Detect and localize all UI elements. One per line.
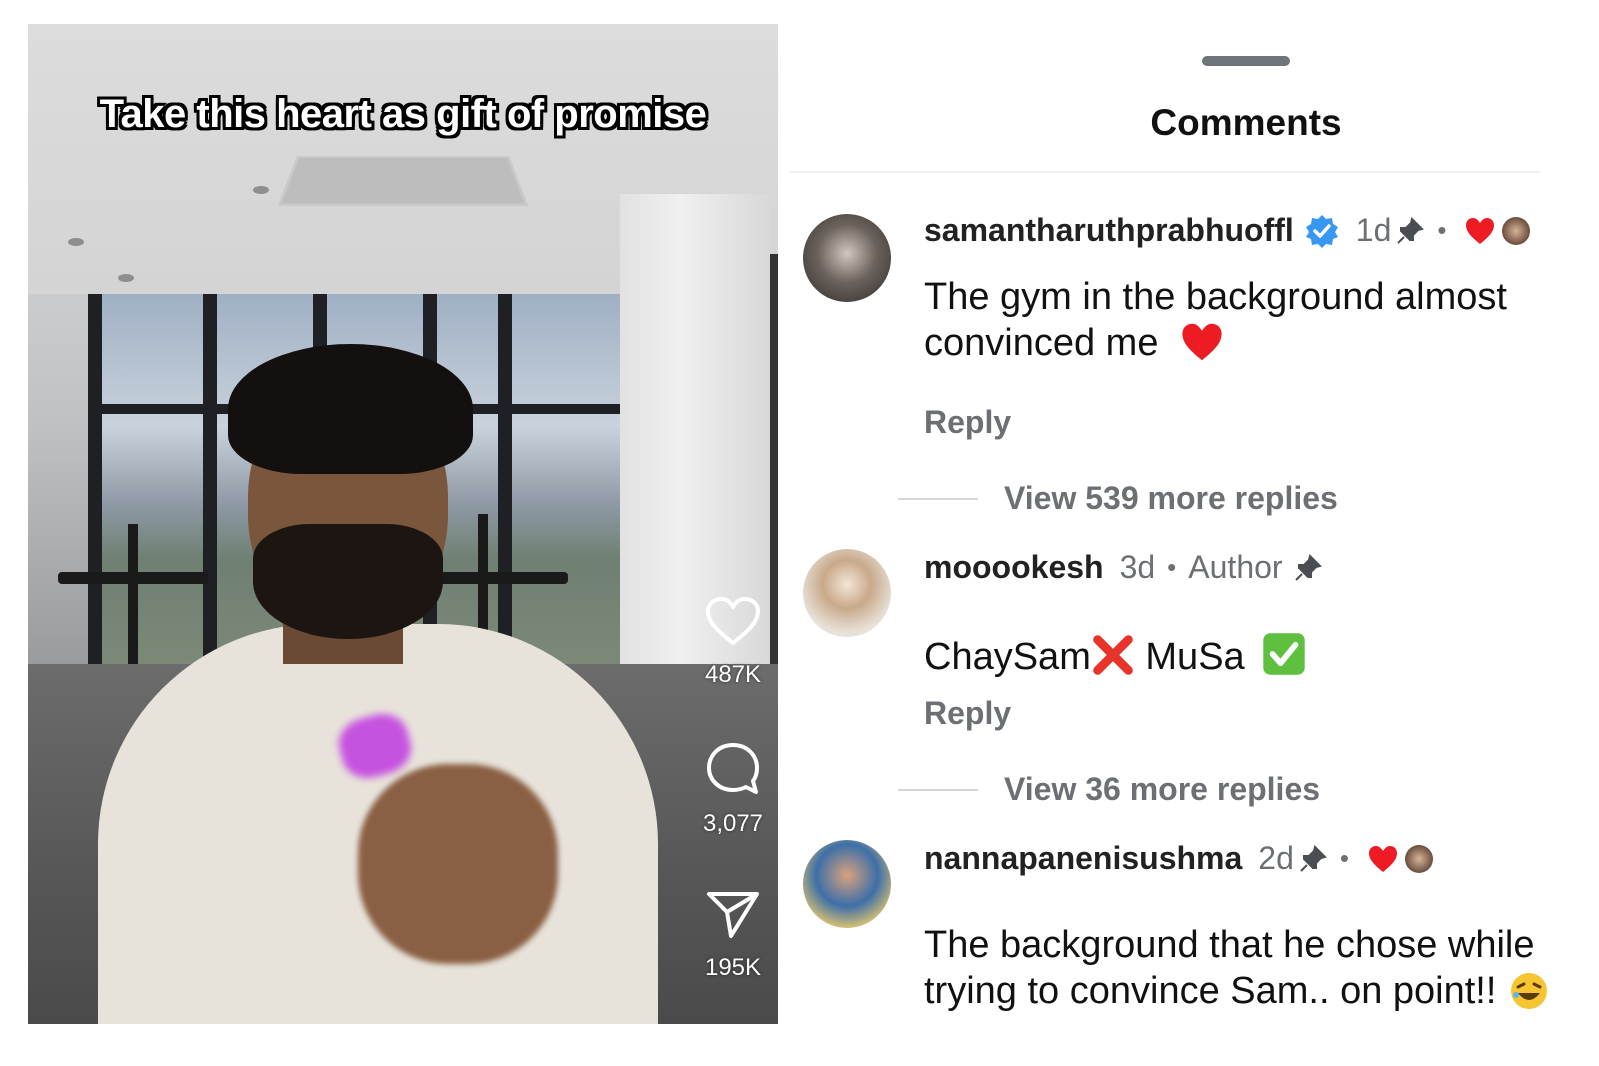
comment-header: samantharuthprabhuoffl 1d • — [924, 212, 1531, 249]
check-mark-emoji-icon — [1263, 633, 1305, 675]
comment-text: The gym in the background almost — [924, 276, 1507, 318]
comment-time: 2d — [1258, 840, 1294, 876]
author-avatar-mini — [1405, 844, 1433, 873]
ceiling-light — [253, 186, 269, 194]
comment-time: 3d — [1119, 549, 1156, 585]
pin-icon — [1294, 553, 1322, 581]
person-hand — [358, 764, 558, 964]
window-frame — [498, 294, 512, 674]
divider-line — [898, 497, 978, 500]
divider — [790, 171, 1540, 173]
separator-dot: • — [1167, 552, 1177, 582]
like-action[interactable]: 487K — [688, 597, 778, 689]
comment-username[interactable]: mooookesh — [924, 549, 1104, 586]
ceiling-light — [68, 238, 84, 246]
comment-count: 3,077 — [702, 810, 764, 837]
treadmill — [428, 572, 568, 584]
comment-header: nannapanenisushma 2d • — [924, 840, 1433, 877]
video-caption: Take this heart as gift of promise — [99, 92, 707, 136]
laughing-emoji-icon — [1510, 973, 1547, 1009]
comment-text: The background that he chose while — [924, 924, 1535, 966]
separator-dot: • — [1437, 215, 1447, 245]
comment-time: 1d — [1355, 212, 1392, 248]
treadmill — [128, 524, 138, 664]
send-icon[interactable] — [706, 890, 760, 940]
verified-badge-icon — [1305, 214, 1338, 248]
author-label: Author — [1188, 549, 1283, 585]
red-heart-emoji-icon — [1182, 323, 1222, 361]
separator-dot: • — [1339, 843, 1349, 873]
reply-button[interactable]: Reply — [924, 695, 1011, 732]
sheet-title: Comments — [1150, 102, 1342, 143]
avatar[interactable] — [803, 840, 891, 928]
pin-icon — [1300, 844, 1327, 872]
liked-by-author-heart-icon — [1466, 217, 1495, 244]
person-beard — [253, 524, 443, 639]
reel-video[interactable]: Take this heart as gift of promise 487K … — [28, 24, 778, 1024]
ceiling-light — [118, 274, 134, 282]
comment-action[interactable]: 3,077 — [688, 742, 778, 838]
comment-username[interactable]: samantharuthprabhuoffl — [924, 212, 1294, 249]
like-count: 487K — [704, 661, 762, 688]
share-action[interactable]: 195K — [688, 890, 778, 982]
avatar[interactable] — [803, 549, 891, 637]
comment-text: convinced me — [924, 320, 1599, 366]
person-hair — [228, 344, 473, 474]
comment-username[interactable]: nannapanenisushma — [924, 840, 1242, 877]
avatar[interactable] — [803, 214, 891, 302]
comment-text: ChaySam MuSa — [924, 631, 1599, 680]
view-more-replies[interactable]: View 539 more replies — [898, 480, 1338, 517]
heart-icon[interactable] — [705, 597, 761, 647]
pin-icon — [1397, 216, 1425, 244]
author-avatar-mini — [1502, 216, 1531, 245]
window-frame — [203, 294, 217, 674]
comment-header: mooookesh 3d • Author — [924, 549, 1323, 586]
drag-handle[interactable] — [1202, 56, 1290, 66]
reply-button[interactable]: Reply — [924, 404, 1011, 441]
view-more-replies[interactable]: View 36 more replies — [898, 771, 1320, 808]
share-count: 195K — [704, 954, 762, 981]
liked-by-author-heart-icon — [1369, 845, 1397, 872]
ceiling-ac-vent — [277, 156, 529, 206]
divider-line — [898, 788, 978, 791]
cross-mark-emoji-icon — [1093, 635, 1133, 675]
comment-bubble-icon[interactable] — [705, 742, 761, 796]
window-frame — [88, 294, 102, 674]
comments-sheet: Comments samantharuthprabhuoffl 1d • The… — [790, 24, 1599, 1024]
comment-text: trying to convince Sam.. on point!! — [924, 968, 1599, 1014]
